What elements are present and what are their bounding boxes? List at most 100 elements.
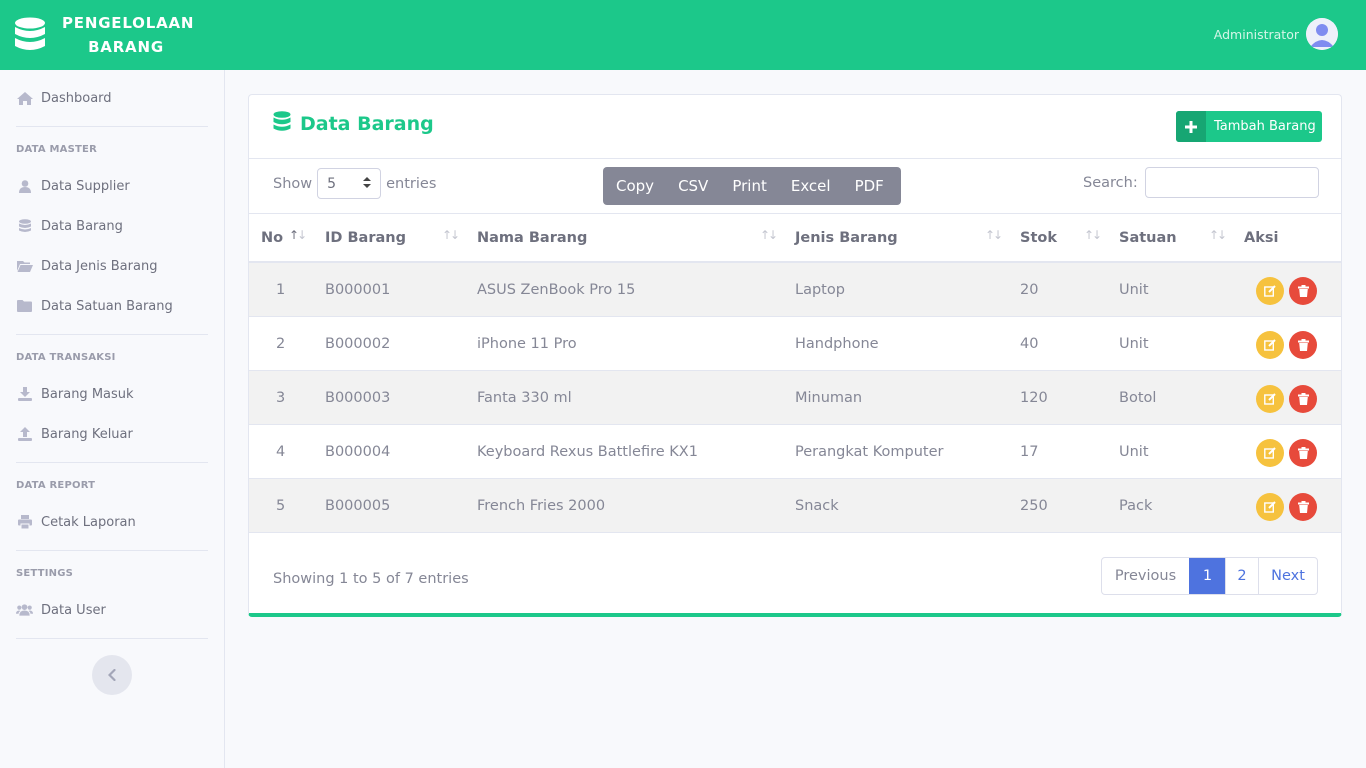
- cell-stok: 40: [1020, 336, 1039, 352]
- cell-nama-barang: ASUS ZenBook Pro 15: [477, 282, 636, 298]
- sidebar-item-label: Barang Masuk: [41, 386, 134, 402]
- column-header-nama-barang[interactable]: Nama Barang: [477, 214, 587, 262]
- sidebar-item-label: Barang Keluar: [41, 426, 133, 442]
- brand[interactable]: PENGELOLAAN BARANG: [14, 12, 214, 58]
- delete-button[interactable]: [1289, 385, 1317, 413]
- delete-button[interactable]: [1289, 277, 1317, 305]
- cell-stok: 20: [1020, 282, 1039, 298]
- column-header-satuan[interactable]: Satuan: [1119, 214, 1177, 262]
- cell-satuan: Pack: [1119, 498, 1153, 514]
- column-header-label: Satuan: [1119, 230, 1177, 246]
- cell-nama-barang: Fanta 330 ml: [477, 390, 572, 406]
- pdf-button[interactable]: PDF: [843, 167, 896, 205]
- edit-icon: [1264, 336, 1276, 355]
- database-icon: [14, 17, 46, 53]
- edit-icon: [1264, 498, 1276, 517]
- column-header-id-barang[interactable]: ID Barang: [325, 214, 406, 262]
- copy-button[interactable]: Copy: [603, 167, 666, 205]
- table-row: 5 B000005 French Fries 2000 Snack 250 Pa…: [249, 479, 1341, 533]
- search-control: Search:: [1083, 167, 1319, 198]
- export-button-group: Copy CSV Print Excel PDF: [603, 167, 901, 205]
- sidebar-toggle-button[interactable]: [92, 655, 132, 695]
- sidebar-item-label: Data Barang: [41, 218, 123, 234]
- sidebar-item-barang-keluar[interactable]: Barang Keluar: [16, 422, 133, 446]
- database-icon: [273, 111, 291, 136]
- edit-button[interactable]: [1256, 331, 1284, 359]
- card-title: Data Barang: [273, 111, 434, 136]
- pagination-page-2[interactable]: 2: [1225, 558, 1258, 594]
- trash-icon: [1297, 390, 1309, 409]
- user-menu[interactable]: Administrator: [1214, 18, 1338, 50]
- sidebar-divider: [16, 334, 208, 335]
- cell-satuan: Unit: [1119, 336, 1149, 352]
- entries-label: entries: [386, 175, 437, 192]
- cell-nama-barang: Keyboard Rexus Battlefire KX1: [477, 444, 698, 460]
- delete-button[interactable]: [1289, 331, 1317, 359]
- sidebar-item-jenis-barang[interactable]: Data Jenis Barang: [16, 254, 157, 278]
- table-info: Showing 1 to 5 of 7 entries: [273, 571, 469, 587]
- delete-button[interactable]: [1289, 439, 1317, 467]
- sidebar-item-satuan-barang[interactable]: Data Satuan Barang: [16, 294, 173, 318]
- sort-asc-icon: ↑↓: [289, 228, 307, 242]
- add-barang-button[interactable]: Tambah Barang: [1176, 111, 1322, 142]
- page-length-control: Show 5 entries: [273, 168, 436, 199]
- sidebar-item-label: Data User: [41, 602, 106, 618]
- edit-button[interactable]: [1256, 277, 1284, 305]
- sort-icon: ↑↓: [985, 228, 1003, 242]
- pagination-next[interactable]: Next: [1258, 558, 1317, 594]
- cell-id-barang: B000005: [325, 498, 391, 514]
- trash-icon: [1297, 444, 1309, 463]
- sidebar-item-dashboard[interactable]: Dashboard: [16, 86, 112, 110]
- sidebar-divider: [16, 550, 208, 551]
- column-header-label: Aksi: [1244, 230, 1279, 246]
- column-header-jenis-barang[interactable]: Jenis Barang: [795, 214, 898, 262]
- edit-button[interactable]: [1256, 385, 1284, 413]
- download-icon: [16, 387, 33, 401]
- cell-jenis-barang: Handphone: [795, 336, 879, 352]
- column-header-label: No: [261, 230, 284, 246]
- card-header: Data Barang Tambah Barang: [249, 95, 1341, 159]
- column-header-no[interactable]: No: [261, 214, 283, 262]
- sidebar-item-barang-masuk[interactable]: Barang Masuk: [16, 382, 134, 406]
- csv-button[interactable]: CSV: [666, 167, 720, 205]
- cell-no: 3: [276, 390, 286, 406]
- brand-line-1: PENGELOLAAN: [62, 14, 195, 32]
- sidebar-item-data-user[interactable]: Data User: [16, 598, 106, 622]
- search-input[interactable]: [1144, 167, 1319, 198]
- column-header-stok[interactable]: Stok: [1020, 214, 1057, 262]
- page-length-select[interactable]: 5: [317, 168, 382, 199]
- sidebar: Dashboard DATA MASTER Data Supplier Data…: [0, 70, 225, 768]
- cell-no: 5: [276, 498, 286, 514]
- print-button[interactable]: Print: [720, 167, 779, 205]
- show-label: Show: [273, 175, 313, 192]
- sidebar-item-cetak-laporan[interactable]: Cetak Laporan: [16, 510, 136, 534]
- cell-no: 2: [276, 336, 286, 352]
- cell-stok: 120: [1020, 390, 1048, 406]
- sidebar-item-label: Dashboard: [41, 90, 112, 106]
- sidebar-divider: [16, 462, 208, 463]
- column-header-label: Jenis Barang: [795, 230, 898, 246]
- cell-id-barang: B000001: [325, 282, 391, 298]
- pagination: Previous 1 2 Next: [1101, 557, 1318, 595]
- table-row: 1 B000001 ASUS ZenBook Pro 15 Laptop 20 …: [249, 263, 1341, 317]
- delete-button[interactable]: [1289, 493, 1317, 521]
- cell-id-barang: B000004: [325, 444, 391, 460]
- cell-id-barang: B000002: [325, 336, 391, 352]
- pagination-previous[interactable]: Previous: [1102, 558, 1189, 594]
- sidebar-item-barang[interactable]: Data Barang: [16, 214, 123, 238]
- pagination-page-1[interactable]: 1: [1189, 558, 1225, 594]
- sidebar-item-supplier[interactable]: Data Supplier: [16, 174, 130, 198]
- edit-button[interactable]: [1256, 439, 1284, 467]
- print-icon: [16, 515, 33, 529]
- page-title: Data Barang: [300, 112, 434, 135]
- edit-button[interactable]: [1256, 493, 1284, 521]
- user-name: Administrator: [1213, 26, 1299, 42]
- column-header-label: Stok: [1020, 230, 1057, 246]
- trash-icon: [1297, 282, 1309, 301]
- avatar: [1306, 18, 1338, 50]
- sort-icon: ↑↓: [1209, 228, 1227, 242]
- excel-button[interactable]: Excel: [779, 167, 843, 205]
- brand-title: PENGELOLAAN BARANG: [62, 11, 195, 59]
- folder-open-icon: [16, 259, 33, 273]
- sidebar-heading-master: DATA MASTER: [16, 144, 97, 155]
